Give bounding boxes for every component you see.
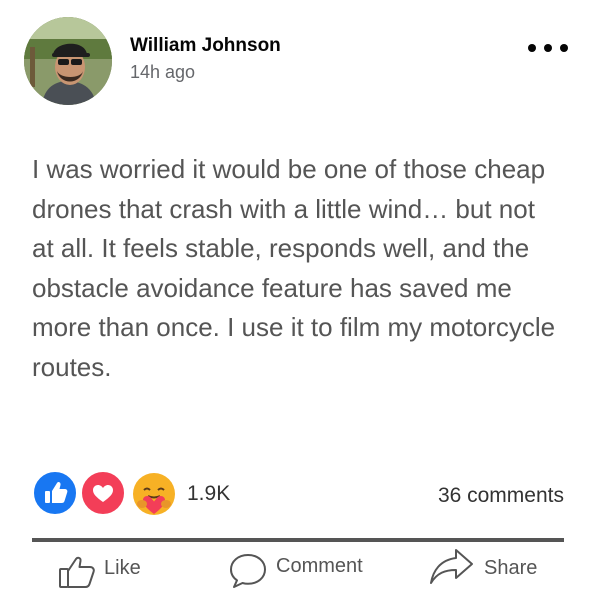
- like-label: Like: [104, 557, 141, 579]
- post-actions: Like Comment Share: [0, 542, 600, 600]
- speech-bubble-icon: [230, 554, 266, 588]
- like-reaction-icon: [32, 470, 78, 516]
- post-timestamp[interactable]: 14h ago: [130, 62, 195, 83]
- thumbs-up-icon: [59, 556, 95, 588]
- post-header: William Johnson 14h ago: [24, 17, 576, 105]
- share-arrow-icon: [430, 549, 473, 584]
- love-reaction-icon: [80, 470, 126, 516]
- share-button[interactable]: Share: [428, 542, 548, 600]
- avatar-photo: [24, 17, 112, 105]
- more-horizontal-icon[interactable]: [528, 41, 570, 55]
- care-reaction-icon: [130, 470, 176, 516]
- post-body-text: I was worried it would be one of those c…: [32, 154, 556, 382]
- social-post: William Johnson 14h ago I was worried it…: [0, 0, 600, 600]
- like-button[interactable]: Like: [58, 542, 168, 600]
- reaction-count: 1.9K: [187, 482, 231, 505]
- avatar[interactable]: [24, 17, 112, 105]
- author-name[interactable]: William Johnson: [130, 35, 281, 57]
- comments-count-link[interactable]: 36 comments: [438, 484, 564, 508]
- comment-button[interactable]: Comment: [228, 542, 378, 600]
- share-label: Share: [484, 557, 538, 579]
- comment-label: Comment: [276, 555, 363, 577]
- reactions-summary[interactable]: 1.9K: [32, 470, 242, 520]
